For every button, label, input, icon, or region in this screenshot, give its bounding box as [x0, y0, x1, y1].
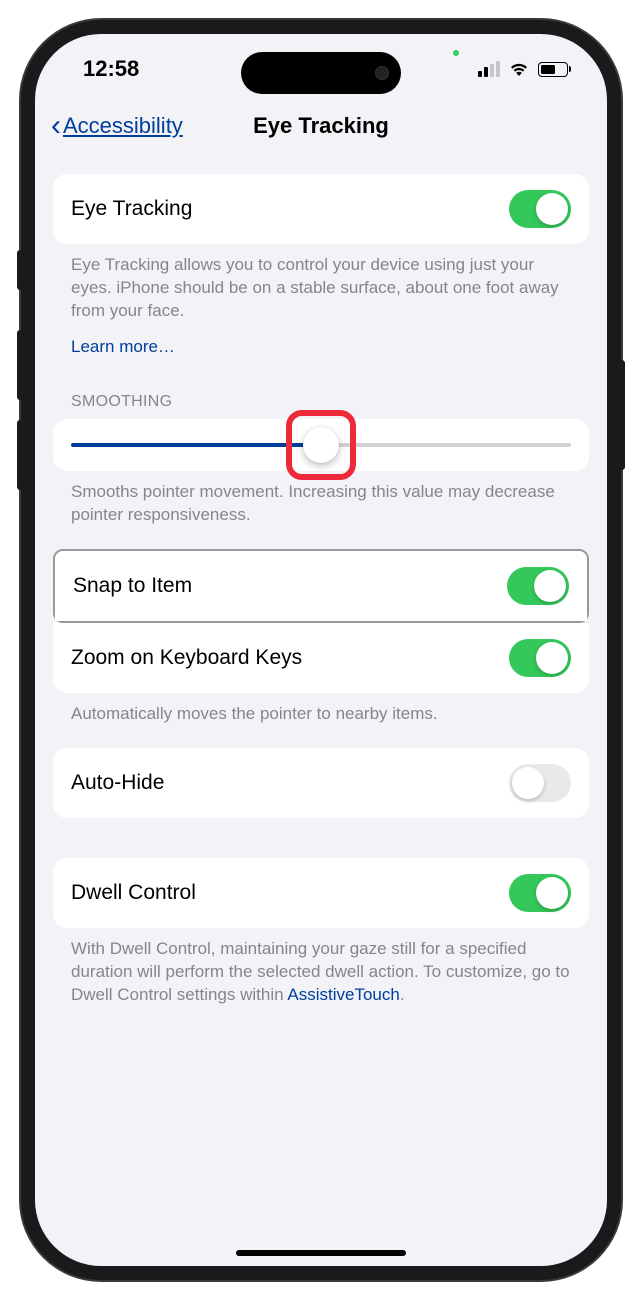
dynamic-island	[241, 52, 401, 94]
smoothing-slider-card	[53, 419, 589, 471]
auto-hide-card: Auto-Hide	[53, 748, 589, 818]
volume-down-button	[17, 420, 23, 490]
eye-tracking-label: Eye Tracking	[71, 197, 192, 221]
slider-thumb[interactable]	[303, 427, 339, 463]
back-button[interactable]: ‹ Accessibility	[51, 111, 183, 141]
auto-hide-toggle[interactable]	[509, 764, 571, 802]
battery-icon	[538, 62, 571, 77]
screen: 12:58 ‹ Accessibility Eye Tracking	[35, 34, 607, 1266]
status-right	[478, 61, 571, 77]
learn-more-link[interactable]: Learn more…	[53, 323, 193, 357]
smoothing-header: SMOOTHING	[53, 357, 589, 419]
eye-tracking-row[interactable]: Eye Tracking	[53, 174, 589, 244]
snap-to-item-row[interactable]: Snap to Item	[55, 551, 587, 621]
dwell-control-toggle[interactable]	[509, 874, 571, 912]
smoothing-footer: Smooths pointer movement. Increasing thi…	[53, 471, 589, 527]
volume-up-button	[17, 330, 23, 400]
zoom-keyboard-row[interactable]: Zoom on Keyboard Keys	[53, 623, 589, 693]
content: Eye Tracking Eye Tracking allows you to …	[35, 156, 607, 1006]
chevron-left-icon: ‹	[51, 111, 61, 141]
back-label: Accessibility	[63, 113, 183, 139]
assistive-touch-link[interactable]: AssistiveTouch	[287, 985, 399, 1004]
smoothing-slider[interactable]	[71, 443, 571, 447]
snap-to-item-label: Snap to Item	[73, 574, 192, 598]
snap-to-item-toggle[interactable]	[507, 567, 569, 605]
eye-tracking-footer: Eye Tracking allows you to control your …	[53, 244, 589, 323]
navigation-bar: ‹ Accessibility Eye Tracking	[35, 104, 607, 156]
wifi-icon	[508, 61, 530, 77]
home-indicator[interactable]	[236, 1250, 406, 1256]
auto-hide-row[interactable]: Auto-Hide	[53, 748, 589, 818]
side-button	[17, 250, 23, 290]
snap-footer: Automatically moves the pointer to nearb…	[53, 693, 589, 726]
dwell-footer-post: .	[400, 985, 405, 1004]
front-camera-icon	[375, 66, 389, 80]
eye-tracking-toggle[interactable]	[509, 190, 571, 228]
zoom-keyboard-toggle[interactable]	[509, 639, 571, 677]
camera-indicator-icon	[453, 50, 459, 56]
zoom-keyboard-label: Zoom on Keyboard Keys	[71, 646, 302, 670]
cellular-signal-icon	[478, 61, 500, 77]
power-button	[619, 360, 625, 470]
zoom-card: Zoom on Keyboard Keys	[53, 622, 589, 693]
dwell-control-row[interactable]: Dwell Control	[53, 858, 589, 928]
dwell-control-label: Dwell Control	[71, 881, 196, 905]
dwell-footer: With Dwell Control, maintaining your gaz…	[53, 928, 589, 1007]
page-title: Eye Tracking	[253, 113, 389, 139]
annotation-highlight-gray: Snap to Item	[53, 549, 589, 623]
dwell-card: Dwell Control	[53, 858, 589, 928]
auto-hide-label: Auto-Hide	[71, 771, 164, 795]
status-time: 12:58	[83, 56, 139, 82]
eye-tracking-card: Eye Tracking	[53, 174, 589, 244]
phone-frame: 12:58 ‹ Accessibility Eye Tracking	[21, 20, 621, 1280]
